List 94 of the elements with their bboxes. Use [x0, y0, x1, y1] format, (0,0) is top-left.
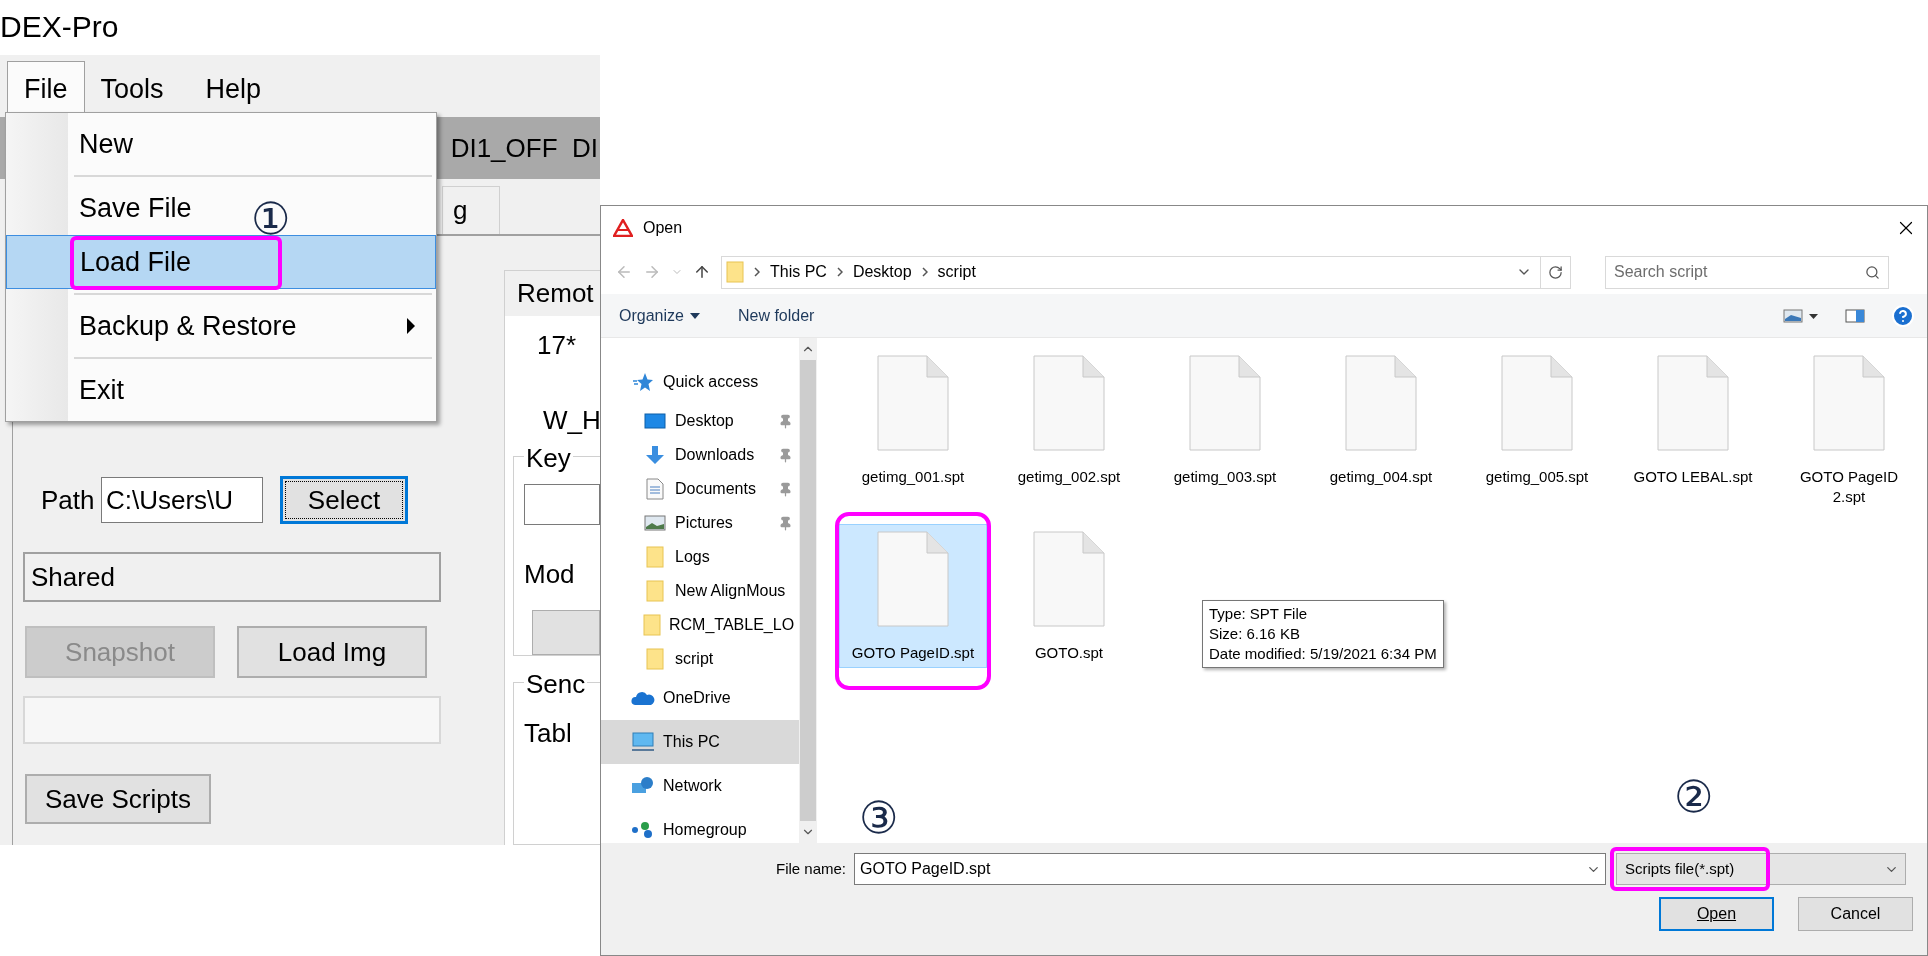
file-tile[interactable]: getimg_003.spt [1151, 348, 1299, 492]
desktop-icon [644, 413, 666, 429]
file-tile[interactable]: getimg_001.spt [839, 348, 987, 492]
preview-pane-icon[interactable] [1845, 308, 1865, 323]
path-field[interactable]: C:\Users\U [101, 477, 263, 523]
toolbar-button[interactable]: New folder [725, 294, 827, 337]
toolbar-text: DI1_OFF DI [450, 131, 598, 165]
nav-item[interactable]: New AlignMous [601, 574, 799, 608]
file-icon [877, 531, 949, 627]
field-label: W_H [543, 404, 600, 437]
chevron-right-icon [836, 267, 843, 277]
dialog-title: Open [643, 218, 683, 238]
file-icon [877, 355, 949, 451]
file-icon [1033, 355, 1105, 451]
toolbar-button[interactable]: Organize [607, 294, 712, 337]
nav-item[interactable]: Documents [601, 472, 799, 506]
folder-icon [646, 546, 664, 568]
folder-icon [726, 261, 744, 283]
file-icon [1657, 355, 1729, 451]
address-bar[interactable]: This PC Desktop script [721, 255, 1571, 289]
chevron-right-icon [754, 267, 760, 277]
file-tile[interactable]: GOTO PageID.spt [839, 524, 987, 668]
folder-icon [646, 648, 664, 670]
tooltip-line: Type: SPT File [1209, 604, 1309, 624]
search-icon [1865, 264, 1880, 280]
reading-text: 17* [537, 329, 578, 362]
menu-item[interactable]: Exit [6, 363, 144, 417]
file-icon [1345, 355, 1417, 451]
menu-item[interactable]: Backup & Restore [6, 299, 436, 353]
breadcrumb-item[interactable]: Desktop [852, 260, 912, 284]
app-title: DEX-Pro [0, 9, 119, 45]
homegroup-icon [631, 821, 655, 839]
star-icon [632, 372, 654, 392]
folder-icon [643, 614, 661, 636]
file-icon [1033, 531, 1105, 627]
view-icon[interactable] [1783, 308, 1819, 323]
field-label: Mod [524, 558, 576, 592]
app-logo-icon [613, 219, 633, 237]
file-icon [1501, 355, 1573, 451]
file-icon [1189, 355, 1261, 451]
file-tile[interactable]: getimg_004.spt [1307, 348, 1455, 492]
select-button[interactable]: Select [280, 476, 408, 524]
step-marker: ③ [859, 796, 899, 840]
nav-item[interactable]: RCM_TABLE_LO [601, 608, 799, 642]
file-tile[interactable]: getimg_002.spt [995, 348, 1143, 492]
file-tile[interactable]: GOTO PageID 2.spt [1775, 348, 1923, 512]
submenu-arrow-icon [406, 317, 416, 335]
tooltip-line: Date modified: 5/19/2021 6:34 PM [1209, 644, 1437, 664]
shared-field[interactable]: Shared [23, 552, 441, 602]
nav-item[interactable]: Desktop [601, 404, 799, 438]
nav-item[interactable]: Logs [601, 540, 799, 574]
nav-item[interactable]: Quick access [601, 360, 799, 404]
pictures-icon [644, 515, 666, 531]
save-scripts-button[interactable]: Save Scripts [25, 774, 211, 824]
file-tile[interactable]: GOTO.spt [995, 524, 1143, 668]
dialog-button[interactable]: Open [1659, 897, 1774, 931]
file-type-select[interactable]: Scripts file(*.spt) [1616, 853, 1907, 885]
nav-item[interactable]: OneDrive [601, 676, 799, 720]
folder-icon [646, 580, 664, 602]
network-icon [631, 776, 655, 796]
document-icon [646, 478, 664, 500]
path-label: Path [41, 483, 96, 517]
file-icon [1813, 355, 1885, 451]
help-icon[interactable] [1891, 303, 1915, 328]
breadcrumb-item[interactable]: This PC [770, 260, 827, 284]
key-field[interactable] [524, 484, 600, 526]
action-button[interactable]: Load Img [237, 626, 427, 678]
chevron-right-icon [921, 267, 928, 277]
file-name-label: File name: [776, 858, 847, 879]
dialog-button[interactable]: Cancel [1798, 897, 1913, 931]
nav-item[interactable]: Network [601, 764, 799, 808]
tab[interactable]: g [442, 186, 500, 234]
file-tile[interactable]: GOTO LEBAL.spt [1619, 348, 1767, 492]
tooltip-line: Size: 6.16 KB [1209, 624, 1301, 644]
nav-item[interactable]: This PC [601, 720, 799, 764]
field-label: Tabl [524, 717, 573, 750]
up-icon[interactable] [693, 263, 711, 281]
file-tile[interactable]: getimg_005.spt [1463, 348, 1611, 492]
search-field[interactable]: Search script [1605, 255, 1889, 289]
menu-item[interactable]: Save File [6, 181, 212, 235]
download-icon [644, 445, 666, 465]
computer-icon [631, 732, 655, 752]
menu-item[interactable]: New [6, 117, 153, 171]
nav-item[interactable]: Pictures [601, 506, 799, 540]
nav-item[interactable]: Downloads [601, 438, 799, 472]
nav-item[interactable]: Homegroup [601, 808, 799, 843]
menu-item[interactable]: Load File [6, 235, 436, 289]
step-marker: ② [1674, 775, 1714, 819]
panel-tab[interactable]: Remot [504, 270, 600, 316]
cloud-icon [631, 690, 655, 706]
nav-item[interactable]: script [601, 642, 799, 676]
refresh-icon[interactable] [1548, 264, 1563, 280]
breadcrumb-item[interactable]: script [937, 260, 976, 284]
scrollbar[interactable] [799, 338, 817, 843]
